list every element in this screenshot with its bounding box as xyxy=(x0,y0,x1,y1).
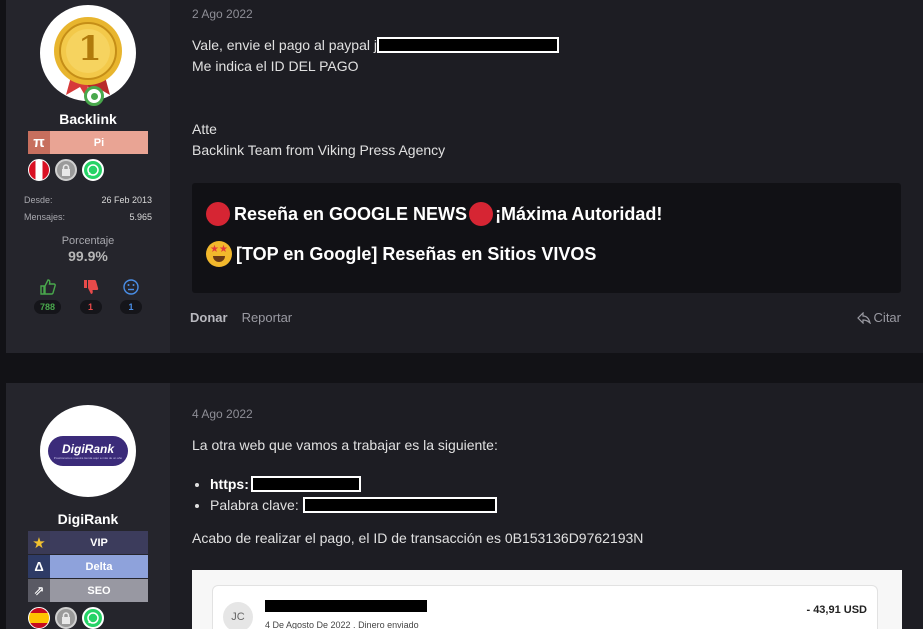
signoff-text: Atte Backlink Team from Viking Press Age… xyxy=(192,119,445,161)
online-status-icon xyxy=(84,86,104,106)
since-value: 26 Feb 2013 xyxy=(101,195,152,205)
user-title-delta: Δ Delta xyxy=(28,555,148,578)
post-body: 4 Ago 2022 La otra web que vamos a traba… xyxy=(170,383,923,629)
receipt-card: JC 4 De Agosto De 2022 . Dinero enviado … xyxy=(212,585,878,629)
star-icon: ★ xyxy=(28,531,50,554)
star-struck-emoji-icon xyxy=(206,241,232,267)
post-2: DigiRank Posicionamos nuestra tienda aqu… xyxy=(6,383,923,629)
dislike-count: 1 xyxy=(79,300,102,314)
digirank-logo-text: DigiRank xyxy=(61,442,114,456)
quote-label: Citar xyxy=(873,310,901,325)
like-count: 788 xyxy=(34,300,62,314)
neutral-face-icon xyxy=(123,279,139,295)
signature-box: Reseña en GOOGLE NEWS ¡Máxima Autoridad!… xyxy=(192,183,901,293)
signature-link-1[interactable]: Reseña en GOOGLE NEWS ¡Máxima Autoridad! xyxy=(206,202,662,226)
redacted-block xyxy=(263,598,429,614)
spain-flag-icon xyxy=(28,607,50,629)
message-line-2: Acabo de realizar el pago, el ID de tran… xyxy=(192,530,644,546)
user-stats: Desde: 26 Feb 2013 Mensajes: 5.965 xyxy=(24,195,152,229)
message-line-3: Atte xyxy=(192,121,217,137)
message-text: Vale, envie el pago al paypal j Me indic… xyxy=(192,35,559,77)
username[interactable]: Backlink xyxy=(59,111,117,127)
messages-label: Mensajes: xyxy=(24,212,66,222)
lock-icon xyxy=(55,159,77,181)
list-item: Palabra clave: xyxy=(210,495,497,516)
percent-value: 99.9% xyxy=(68,248,108,264)
message-line-1: Vale, envie el pago al paypal j xyxy=(192,37,377,53)
signature-text-2: [TOP en Google] Reseñas en Sitios VIVOS xyxy=(236,243,597,264)
red-circle-icon xyxy=(206,202,230,226)
list-item: https: xyxy=(210,474,497,495)
redacted-block xyxy=(302,497,497,513)
like-reaction[interactable]: 788 xyxy=(34,278,62,314)
post-date[interactable]: 4 Ago 2022 xyxy=(192,407,253,421)
seo-chart-icon: ⇗ xyxy=(28,579,50,602)
messages-value: 5.965 xyxy=(129,212,152,222)
url-label[interactable]: https: xyxy=(210,476,249,492)
signature-text-1a: Reseña en GOOGLE NEWS xyxy=(234,203,468,224)
post-1: 1 Backlink π Pi Desde: 26 Feb 2013 Mensaj… xyxy=(6,0,923,353)
whatsapp-icon[interactable] xyxy=(82,607,104,629)
donar-button[interactable]: Donar xyxy=(190,310,228,325)
title-label: Pi xyxy=(93,136,105,149)
title-label: VIP xyxy=(90,536,108,549)
link-list: https: Palabra clave: xyxy=(210,474,497,516)
message-line-2: Me indica el ID DEL PAGO xyxy=(192,58,359,74)
thumbs-down-icon xyxy=(83,280,98,294)
user-titles: ★ VIP Δ Delta ⇗ SEO xyxy=(28,531,148,602)
post-actions: Donar Reportar xyxy=(190,310,292,325)
neutral-reaction[interactable]: 1 xyxy=(120,278,142,314)
whatsapp-icon[interactable] xyxy=(82,159,104,181)
message-line-1: La otra web que vamos a trabajar es la s… xyxy=(192,437,498,453)
percent-label: Porcentaje xyxy=(61,235,115,247)
user-title-seo: ⇗ SEO xyxy=(28,579,148,602)
signature-text-1b: ¡Máxima Autoridad! xyxy=(495,203,663,224)
user-card-backlink: 1 Backlink π Pi Desde: 26 Feb 2013 Mensaj… xyxy=(6,0,170,353)
title-label: SEO xyxy=(87,584,111,597)
dislike-reaction[interactable]: 1 xyxy=(79,278,102,314)
keyword-label: Palabra clave: xyxy=(210,497,299,513)
pi-icon: π xyxy=(28,131,50,154)
user-badges xyxy=(28,607,148,629)
receipt-amount: - 43,91 USD xyxy=(806,604,867,616)
user-card-digirank: DigiRank Posicionamos nuestra tienda aqu… xyxy=(6,383,170,629)
user-badges xyxy=(28,159,148,181)
thumbs-up-icon xyxy=(39,279,56,295)
neutral-count: 1 xyxy=(120,300,142,314)
red-circle-icon xyxy=(469,202,494,226)
quote-button[interactable]: Citar xyxy=(856,310,901,325)
avatar[interactable]: DigiRank Posicionamos nuestra tienda aqu… xyxy=(40,405,136,497)
since-label: Desde: xyxy=(24,195,53,205)
payer-initials-avatar: JC xyxy=(223,602,253,629)
username[interactable]: DigiRank xyxy=(58,511,119,527)
reaction-summary: 788 1 1 xyxy=(34,278,142,314)
post-body: 2 Ago 2022 Vale, envie el pago al paypal… xyxy=(170,0,923,353)
user-title-pi: π Pi xyxy=(28,131,148,154)
title-label: Delta xyxy=(85,560,113,573)
payment-receipt-image[interactable]: JC 4 De Agosto De 2022 . Dinero enviado … xyxy=(192,570,902,629)
digirank-logo: DigiRank Posicionamos nuestra tienda aqu… xyxy=(48,436,128,466)
peru-flag-icon xyxy=(28,159,50,181)
redacted-block xyxy=(376,37,559,53)
delta-icon: Δ xyxy=(28,555,50,578)
reply-arrow-icon xyxy=(856,311,871,324)
report-button[interactable]: Reportar xyxy=(242,310,293,325)
signature-link-2[interactable]: [TOP en Google] Reseñas en Sitios VIVOS xyxy=(206,241,596,267)
avatar[interactable]: 1 xyxy=(40,5,136,106)
medal-number: 1 xyxy=(78,29,102,69)
user-title-vip: ★ VIP xyxy=(28,531,148,554)
digirank-logo-subtext: Posicionamos nuestra tienda aquí a más d… xyxy=(53,456,123,460)
receipt-date: 4 De Agosto De 2022 . Dinero enviado xyxy=(265,620,419,629)
redacted-block xyxy=(250,476,361,492)
message-line-4: Backlink Team from Viking Press Agency xyxy=(192,142,446,158)
lock-icon xyxy=(55,607,77,629)
post-date[interactable]: 2 Ago 2022 xyxy=(192,7,253,21)
